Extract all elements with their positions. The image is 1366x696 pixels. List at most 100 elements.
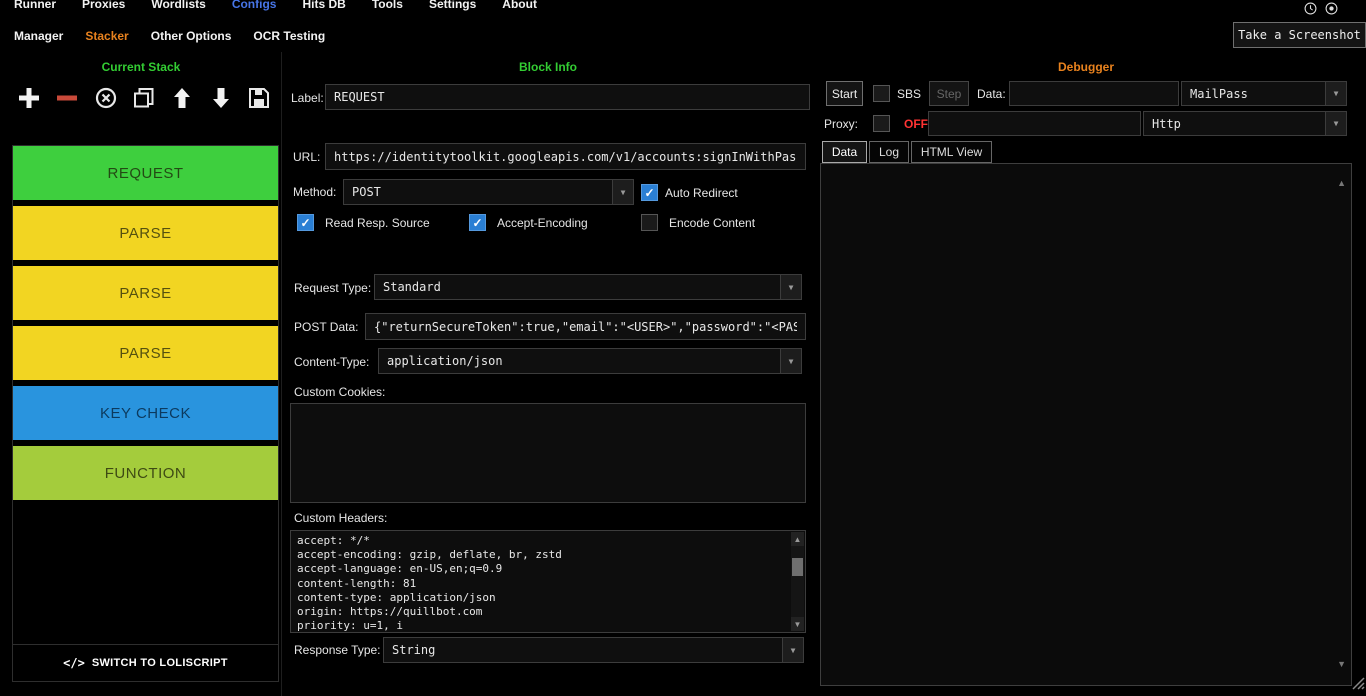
sbs-label: SBS xyxy=(897,87,921,101)
headers-scrollbar[interactable] xyxy=(791,532,804,631)
sbs-checkbox[interactable] xyxy=(873,85,890,102)
block-label: KEY CHECK xyxy=(100,405,191,422)
tab-html-view[interactable]: HTML View xyxy=(911,141,992,163)
request-type-value: Standard xyxy=(375,280,780,294)
response-type-dropdown[interactable]: String xyxy=(383,637,804,663)
menu-tools[interactable]: Tools xyxy=(372,0,403,11)
record-icon[interactable] xyxy=(1325,2,1338,20)
current-stack-title: Current Stack xyxy=(0,60,282,74)
scroll-down-icon[interactable] xyxy=(791,617,804,631)
post-data-input[interactable] xyxy=(365,313,806,340)
custom-cookies-textarea[interactable] xyxy=(290,403,806,503)
resize-grip-icon[interactable] xyxy=(1351,676,1365,695)
submenu-stacker[interactable]: Stacker xyxy=(85,29,128,43)
url-field-label: URL: xyxy=(293,150,320,164)
custom-cookies-label: Custom Cookies: xyxy=(294,385,385,399)
menu-settings[interactable]: Settings xyxy=(429,0,476,11)
chevron-down-icon xyxy=(782,638,803,662)
encode-content-label: Encode Content xyxy=(669,216,755,230)
submenu-other-options[interactable]: Other Options xyxy=(151,29,232,43)
submenu-ocr-testing[interactable]: OCR Testing xyxy=(253,29,325,43)
stack-block-request[interactable]: REQUEST xyxy=(13,146,278,200)
read-resp-source-label: Read Resp. Source xyxy=(325,216,430,230)
proxy-type-dropdown[interactable]: Http xyxy=(1143,111,1347,136)
tab-label: Log xyxy=(879,145,899,159)
content-type-label: Content-Type: xyxy=(294,355,369,369)
disable-block-button[interactable] xyxy=(93,85,119,111)
menu-runner[interactable]: Runner xyxy=(14,0,56,11)
auto-redirect-checkbox[interactable] xyxy=(641,184,658,201)
chevron-down-icon xyxy=(1325,112,1346,135)
accept-encoding-checkbox[interactable] xyxy=(469,214,486,231)
chevron-down-icon xyxy=(1325,82,1346,105)
stack-block-parse-1[interactable]: PARSE xyxy=(13,206,278,260)
menu-proxies[interactable]: Proxies xyxy=(82,0,125,11)
start-button[interactable]: Start xyxy=(826,81,863,106)
save-icon xyxy=(247,86,271,110)
block-label: PARSE xyxy=(119,345,171,362)
request-type-label: Request Type: xyxy=(294,281,371,295)
code-icon: </> xyxy=(63,656,85,670)
arrow-down-icon xyxy=(209,86,233,110)
label-field-label: Label: xyxy=(291,91,324,105)
stack-block-parse-2[interactable]: PARSE xyxy=(13,266,278,320)
switch-label: SWITCH TO LOLISCRIPT xyxy=(92,657,228,669)
url-input[interactable] xyxy=(325,143,806,170)
read-resp-source-checkbox[interactable] xyxy=(297,214,314,231)
block-info-title: Block Info xyxy=(285,60,811,74)
main-menubar: Runner Proxies Wordlists Configs Hits DB… xyxy=(0,0,1366,16)
menu-configs[interactable]: Configs xyxy=(232,0,277,11)
clone-block-button[interactable] xyxy=(131,85,157,111)
scroll-up-icon[interactable]: ▲ xyxy=(1337,178,1346,188)
take-screenshot-button[interactable]: Take a Screenshot xyxy=(1233,22,1366,48)
proxy-type-value: Http xyxy=(1144,117,1325,131)
clock-icon[interactable] xyxy=(1304,2,1317,20)
proxy-label: Proxy: xyxy=(824,117,858,131)
scrollbar-thumb[interactable] xyxy=(792,558,803,576)
encode-content-checkbox[interactable] xyxy=(641,214,658,231)
x-circle-icon xyxy=(94,86,118,110)
chevron-down-icon xyxy=(780,275,801,299)
proxy-checkbox[interactable] xyxy=(873,115,890,132)
debug-data-input[interactable] xyxy=(1009,81,1179,106)
tab-data[interactable]: Data xyxy=(822,141,867,163)
menu-wordlists[interactable]: Wordlists xyxy=(151,0,205,11)
wordlist-type-value: MailPass xyxy=(1182,87,1325,101)
block-label: PARSE xyxy=(119,225,171,242)
debugger-output[interactable]: ▲ ▼ xyxy=(820,163,1352,686)
proxy-input[interactable] xyxy=(928,111,1141,136)
block-label: PARSE xyxy=(119,285,171,302)
menu-hitsdb[interactable]: Hits DB xyxy=(302,0,345,11)
stack-block-keycheck[interactable]: KEY CHECK xyxy=(13,386,278,440)
stack-block-parse-3[interactable]: PARSE xyxy=(13,326,278,380)
openbullet-window: Runner Proxies Wordlists Configs Hits DB… xyxy=(0,0,1366,696)
configs-submenu: Manager Stacker Other Options OCR Testin… xyxy=(0,22,1366,50)
custom-headers-value: accept: */* accept-encoding: gzip, defla… xyxy=(291,531,790,632)
block-label: REQUEST xyxy=(107,165,183,182)
tab-log[interactable]: Log xyxy=(869,141,909,163)
plus-icon xyxy=(17,86,41,110)
menu-about[interactable]: About xyxy=(502,0,537,11)
scroll-down-icon[interactable]: ▼ xyxy=(1337,659,1346,669)
stack-block-function[interactable]: FUNCTION xyxy=(13,446,278,500)
custom-headers-textarea[interactable]: accept: */* accept-encoding: gzip, defla… xyxy=(290,530,806,633)
stack-toolbar xyxy=(16,84,272,112)
method-dropdown[interactable]: POST xyxy=(343,179,634,205)
move-down-button[interactable] xyxy=(208,85,234,111)
request-type-dropdown[interactable]: Standard xyxy=(374,274,802,300)
move-up-button[interactable] xyxy=(169,85,195,111)
step-button[interactable]: Step xyxy=(929,81,969,106)
label-input[interactable] xyxy=(325,84,810,110)
tab-label: HTML View xyxy=(921,145,982,159)
switch-to-loliscript-button[interactable]: </> SWITCH TO LOLISCRIPT xyxy=(13,644,278,681)
add-block-button[interactable] xyxy=(16,85,42,111)
auto-redirect-label: Auto Redirect xyxy=(665,186,738,200)
remove-block-button[interactable] xyxy=(54,85,80,111)
debugger-output-text xyxy=(821,164,1351,172)
save-config-button[interactable] xyxy=(246,85,272,111)
content-type-dropdown[interactable]: application/json xyxy=(378,348,802,374)
arrow-up-icon xyxy=(170,86,194,110)
wordlist-type-dropdown[interactable]: MailPass xyxy=(1181,81,1347,106)
scroll-up-icon[interactable] xyxy=(791,532,804,546)
submenu-manager[interactable]: Manager xyxy=(14,29,63,43)
